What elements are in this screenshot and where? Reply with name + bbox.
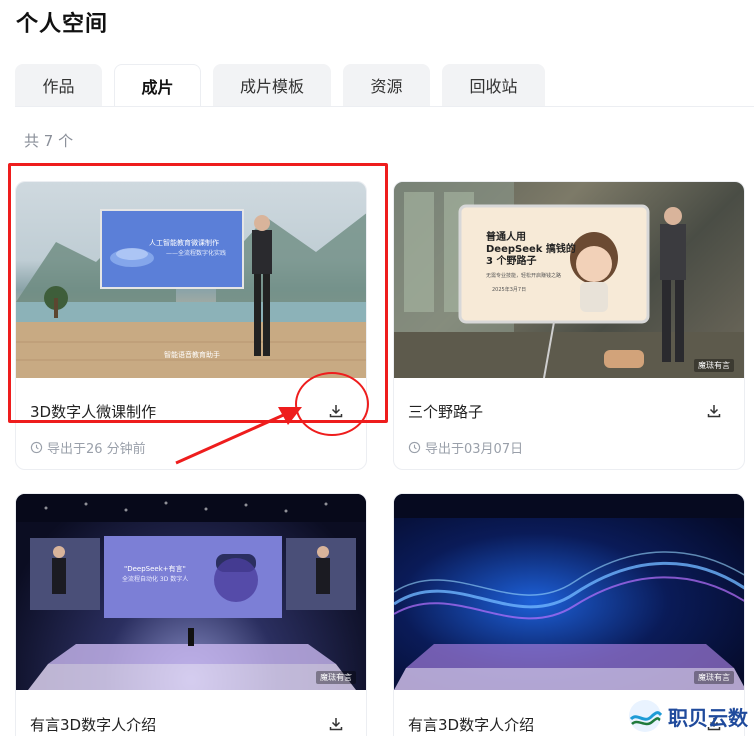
personal-space-page: 个人空间 作品 成片 成片模板 资源 回收站 共 7 个 人工智能教育微课制作 …: [0, 0, 754, 736]
video-thumbnail[interactable]: 人工智能教育微课制作 ——全流程数字化实践 智能语音教育助手: [16, 182, 366, 378]
logo-text: 职贝云数: [668, 705, 748, 730]
export-meta: 导出于03月07日: [408, 438, 523, 457]
download-icon: [707, 405, 721, 418]
video-card[interactable]: "DeepSeek+有言" 全流程自动化 3D 数字人 魔琺有言 有言3D数字人…: [15, 493, 367, 736]
video-card[interactable]: 人工智能教育微课制作 ——全流程数字化实践 智能语音教育助手 3D数字人微课制作…: [15, 181, 367, 470]
studio-scene-illustration: [16, 209, 366, 378]
tab-recycle-bin[interactable]: 回收站: [442, 64, 545, 106]
thumb-slide-title: 普通人用 DeepSeek 搞钱的 3 个野路子: [486, 232, 576, 267]
clock-icon: [30, 441, 43, 454]
thumb-slide-title: 人工智能教育微课制作: [149, 239, 219, 247]
wave-logo-icon: [629, 700, 663, 732]
watermark-tag: 魔琺有言: [694, 671, 734, 684]
tab-video-templates[interactable]: 成片模板: [213, 64, 331, 106]
item-count: 共 7 个: [24, 132, 74, 150]
export-time: 导出于03月07日: [425, 442, 524, 457]
office-scene-illustration: [394, 182, 744, 378]
tab-resources[interactable]: 资源: [343, 64, 430, 106]
tab-works[interactable]: 作品: [15, 64, 102, 106]
download-icon: [329, 405, 343, 418]
thumb-caption: 2025年3月7日: [492, 287, 527, 293]
thumb-slide-subtitle: ——全流程数字化实践: [166, 250, 227, 257]
card-title: 有言3D数字人介绍: [408, 716, 535, 734]
download-button[interactable]: [324, 712, 348, 736]
watermark-tag: 魔琺有言: [316, 671, 356, 684]
card-title: 3D数字人微课制作: [30, 403, 157, 421]
page-title: 个人空间: [16, 12, 109, 37]
download-icon: [329, 718, 343, 731]
tab-divider: [15, 106, 754, 107]
brand-logo: 职贝云数: [626, 696, 754, 736]
thumb-slide-subtitle: 无需专业技能，轻松开启赚钱之路: [486, 273, 562, 279]
thumb-slide-subtitle: 全流程自动化 3D 数字人: [122, 576, 189, 583]
video-thumbnail[interactable]: 普通人用 DeepSeek 搞钱的 3 个野路子 无需专业技能，轻松开启赚钱之路…: [394, 182, 744, 378]
particle-wave-illustration: [394, 494, 744, 690]
card-title: 有言3D数字人介绍: [30, 716, 157, 734]
video-thumbnail[interactable]: "DeepSeek+有言" 全流程自动化 3D 数字人 魔琺有言: [16, 494, 366, 690]
download-button[interactable]: [324, 399, 348, 423]
video-thumbnail[interactable]: 魔琺有言: [394, 494, 744, 690]
video-card[interactable]: 普通人用 DeepSeek 搞钱的 3 个野路子 无需专业技能，轻松开启赚钱之路…: [393, 181, 745, 470]
export-meta: 导出于26 分钟前: [30, 438, 146, 457]
watermark-tag: 魔琺有言: [694, 359, 734, 372]
tab-bar: 作品 成片 成片模板 资源 回收站: [15, 64, 754, 106]
export-time: 导出于26 分钟前: [47, 442, 146, 457]
stage-scene-illustration: [16, 494, 366, 690]
download-button[interactable]: [702, 399, 726, 423]
thumb-slide-title: "DeepSeek+有言": [124, 565, 186, 573]
thumb-caption: 智能语音教育助手: [164, 351, 220, 359]
card-title: 三个野路子: [408, 403, 484, 421]
clock-icon: [408, 441, 421, 454]
tab-videos[interactable]: 成片: [114, 64, 201, 106]
